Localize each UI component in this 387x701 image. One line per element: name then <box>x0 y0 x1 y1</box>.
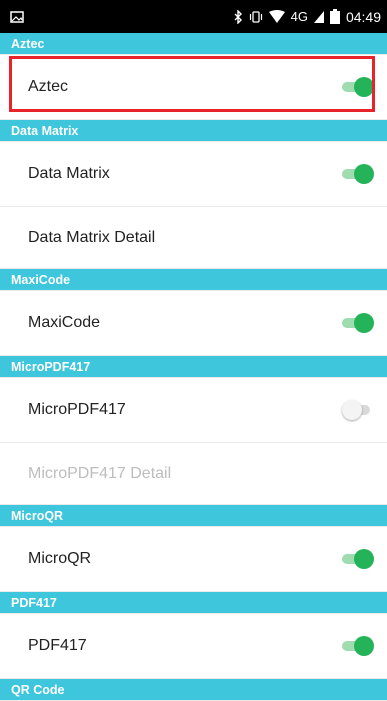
setting-row-micropdf417[interactable]: MicroPDF417 <box>0 378 387 443</box>
signal-icon <box>313 10 324 23</box>
section-header-microqr: MicroQR <box>0 505 387 527</box>
network-type: 4G <box>290 9 308 24</box>
setting-label: MaxiCode <box>28 314 101 331</box>
data-matrix-toggle[interactable] <box>342 164 374 184</box>
clock: 04:49 <box>345 8 381 25</box>
image-icon <box>10 10 24 23</box>
vibrate-icon <box>249 10 262 23</box>
setting-label: Aztec <box>28 78 69 95</box>
section-header-aztec: Aztec <box>0 33 387 55</box>
section-header-maxicode: MaxiCode <box>0 269 387 291</box>
battery-icon <box>329 9 340 24</box>
setting-label: MicroPDF417 <box>28 401 126 418</box>
wifi-icon <box>268 10 285 23</box>
setting-label: MicroQR <box>28 550 92 567</box>
setting-row-pdf417[interactable]: PDF417 <box>0 614 387 679</box>
maxicode-toggle[interactable] <box>342 313 374 333</box>
setting-row-data-matrix[interactable]: Data Matrix <box>0 142 387 207</box>
setting-row-microqr[interactable]: MicroQR <box>0 527 387 592</box>
section-header-qr-code: QR Code <box>0 679 387 701</box>
micropdf417-toggle[interactable] <box>342 400 372 420</box>
setting-row-aztec[interactable]: Aztec <box>0 55 387 120</box>
setting-label: Data Matrix <box>28 165 110 182</box>
setting-row-micropdf417-detail: MicroPDF417 Detail <box>0 443 387 505</box>
section-header-pdf417: PDF417 <box>0 592 387 614</box>
microqr-toggle[interactable] <box>342 549 374 569</box>
setting-row-data-matrix-detail[interactable]: Data Matrix Detail <box>0 207 387 269</box>
aztec-toggle[interactable] <box>342 77 374 97</box>
setting-label: PDF417 <box>28 637 87 654</box>
setting-label: MicroPDF417 Detail <box>28 464 172 482</box>
status-bar: 4G 04:49 <box>0 0 387 33</box>
section-header-data-matrix: Data Matrix <box>0 120 387 142</box>
section-header-micropdf417: MicroPDF417 <box>0 356 387 378</box>
barcode-settings-list: Aztec Aztec Data Matrix Data Matrix Data… <box>0 33 387 701</box>
setting-row-maxicode[interactable]: MaxiCode <box>0 291 387 356</box>
setting-label: Data Matrix Detail <box>28 228 156 246</box>
bluetooth-icon <box>234 9 242 24</box>
pdf417-toggle[interactable] <box>342 636 374 656</box>
